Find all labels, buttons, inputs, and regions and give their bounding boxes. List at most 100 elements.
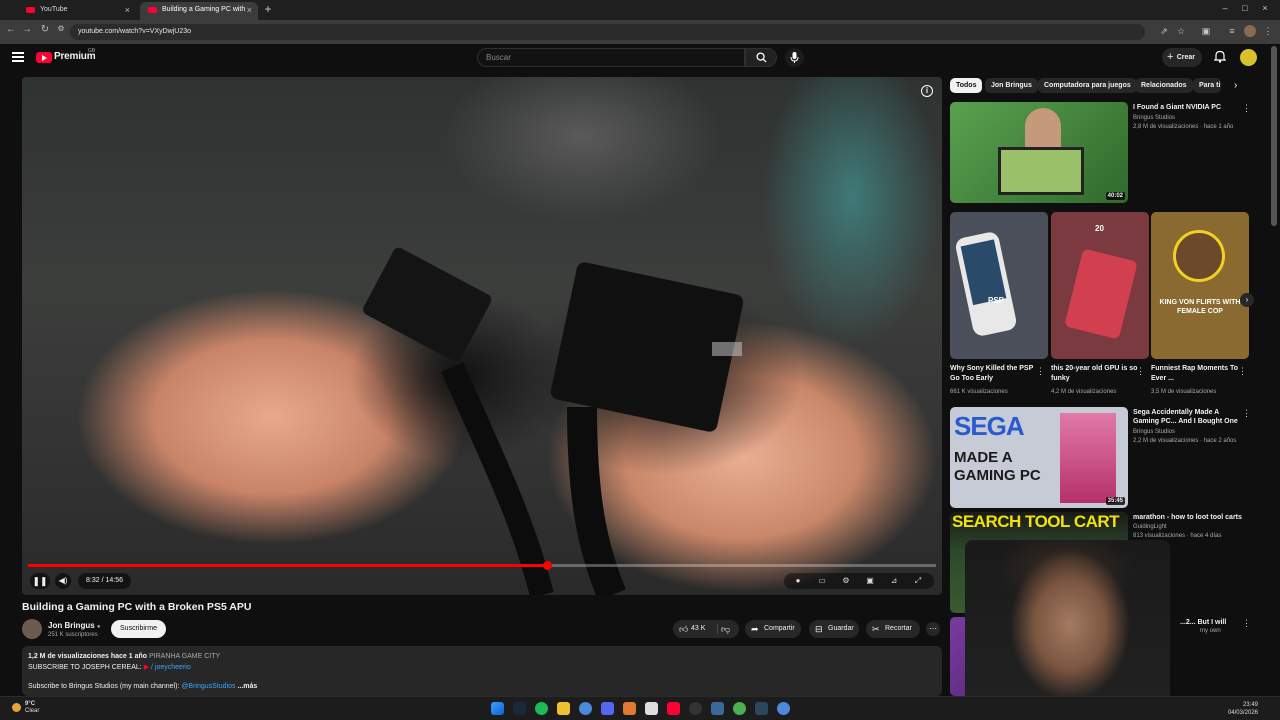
calendar-icon[interactable] xyxy=(645,702,658,715)
app-icon[interactable] xyxy=(711,702,724,715)
site-info-icon[interactable]: ⚙ xyxy=(54,24,68,33)
browser-tab-youtube[interactable]: YouTube × xyxy=(18,2,136,20)
short-thumbnail[interactable]: PSP xyxy=(950,212,1048,359)
volume-button[interactable]: ◀) xyxy=(55,573,71,589)
tab-title: Building a Gaming PC with xyxy=(162,6,246,13)
volume-icon: ◀) xyxy=(58,576,68,585)
card-menu-icon[interactable]: ⋮ xyxy=(1242,103,1251,114)
tab-title: YouTube xyxy=(40,6,68,13)
chrome-icon[interactable] xyxy=(777,702,790,715)
thumbnail-overlay-text: SEGA xyxy=(954,411,1025,441)
chrome-profile-icon[interactable] xyxy=(733,702,746,715)
short-menu-icon[interactable]: ⋮ xyxy=(1136,366,1145,377)
spotify-icon[interactable] xyxy=(535,702,548,715)
youtube-favicon-icon xyxy=(26,7,35,13)
miniplayer-icon[interactable]: ▣ xyxy=(864,575,876,587)
youtube-app-icon[interactable] xyxy=(667,702,680,715)
chip-scroll-right-icon[interactable]: › xyxy=(1234,80,1237,91)
url-field[interactable]: youtube.com/watch?v=VXyDwjU23o xyxy=(70,24,1145,40)
weather-widget[interactable]: 9°C Clear xyxy=(12,701,39,715)
channel-avatar[interactable] xyxy=(22,619,42,639)
steam-icon[interactable] xyxy=(513,702,526,715)
sidebar-icon[interactable]: ≡ xyxy=(1226,25,1238,37)
windows-start-icon[interactable] xyxy=(491,702,504,715)
progress-bar[interactable] xyxy=(28,561,936,570)
desc-text: SUBSCRIBE TO JOSEPH CEREAL: xyxy=(28,664,142,671)
close-tab-icon[interactable]: × xyxy=(125,2,130,18)
chip-jon-bringus[interactable]: Jon Bringus xyxy=(985,78,1038,93)
search-input[interactable]: Buscar xyxy=(477,48,745,67)
dislike-icon[interactable]: 👎︎ xyxy=(721,620,730,638)
file-explorer-icon[interactable] xyxy=(557,702,570,715)
video-player[interactable]: i ❚❚ ◀) 8:32 / 14:56 ● ▭ ⚙ ▣ ⊿ ⤢ xyxy=(22,77,942,595)
desc-link[interactable]: / joeycheerio xyxy=(151,664,191,671)
short-thumbnail[interactable]: 20 xyxy=(1051,212,1149,359)
back-icon[interactable]: ← xyxy=(4,24,18,35)
channel-name[interactable]: Jon Bringus ● xyxy=(48,621,101,630)
settings-gear-icon[interactable]: ⚙ xyxy=(840,575,852,587)
open-in-app-icon[interactable]: ⇗ xyxy=(1158,25,1170,37)
chip-for-you[interactable]: Para ti xyxy=(1193,78,1221,93)
card-menu-icon[interactable]: ⋮ xyxy=(1242,408,1251,419)
voice-search-button[interactable] xyxy=(785,48,804,67)
video-thumbnail[interactable]: 40:02 xyxy=(950,102,1128,203)
desc-link[interactable]: @BringusStudios xyxy=(181,683,235,690)
shorts-next-icon[interactable]: › xyxy=(1240,293,1254,307)
short-menu-icon[interactable]: ⋮ xyxy=(1238,366,1247,377)
thumbnail-gpu xyxy=(1064,248,1138,340)
create-button[interactable]: + Crear xyxy=(1162,48,1202,67)
close-window-icon[interactable]: × xyxy=(1258,3,1272,13)
subtitles-icon[interactable]: ▭ xyxy=(816,575,828,587)
browser-tab-video[interactable]: Building a Gaming PC with × xyxy=(140,2,258,20)
forward-icon[interactable]: → xyxy=(20,24,34,35)
obs-icon[interactable] xyxy=(689,702,702,715)
autoplay-toggle-icon[interactable]: ● xyxy=(792,575,804,587)
notifications-bell-icon[interactable] xyxy=(1212,49,1228,65)
app-icon[interactable] xyxy=(623,702,636,715)
chip-related[interactable]: Relacionados xyxy=(1135,78,1193,93)
steam-icon[interactable] xyxy=(755,702,768,715)
like-dislike-group: 👍︎ 43 K 👎︎ xyxy=(673,620,739,638)
video-card-channel[interactable]: my own xyxy=(1200,628,1221,634)
like-count[interactable]: 43 K xyxy=(679,620,705,638)
save-button[interactable]: ⊟ Guardar xyxy=(809,620,859,638)
video-card-channel[interactable]: Bringus Studios xyxy=(1133,429,1175,435)
pause-button[interactable]: ❚❚ xyxy=(30,573,50,589)
chip-all[interactable]: Todos xyxy=(950,78,983,93)
hamburger-menu-icon[interactable] xyxy=(12,52,24,62)
cast-icon[interactable]: ⊿ xyxy=(888,575,900,587)
profile-avatar-icon[interactable] xyxy=(1244,25,1256,37)
close-tab-icon[interactable]: × xyxy=(247,2,252,18)
chip-gaming-computer[interactable]: Computadora para juegos xyxy=(1038,78,1137,93)
search-button[interactable] xyxy=(745,48,777,67)
channel-name-text: Jon Bringus xyxy=(48,621,95,630)
video-card-channel[interactable]: Bringus Studios xyxy=(1133,115,1175,121)
share-button[interactable]: ➦ Compartir xyxy=(745,620,801,638)
video-card-channel[interactable]: GuidingLight xyxy=(1133,524,1167,530)
info-icon[interactable]: i xyxy=(921,85,933,97)
short-menu-icon[interactable]: ⋮ xyxy=(1036,366,1045,377)
video-thumbnail[interactable]: SEGA MADE A GAMING PC 35:45 xyxy=(950,407,1128,508)
browser-menu-icon[interactable]: ⋮ xyxy=(1262,25,1274,37)
subscribe-button[interactable]: Suscribirme xyxy=(111,620,166,638)
thumbnail-pc xyxy=(998,147,1084,195)
fullscreen-icon[interactable]: ⤢ xyxy=(912,575,924,587)
account-avatar[interactable] xyxy=(1240,49,1257,66)
clip-button[interactable]: ✂ Recortar xyxy=(866,620,920,638)
show-more-link[interactable]: ...más xyxy=(237,683,257,690)
discord-icon[interactable] xyxy=(601,702,614,715)
bookmark-star-icon[interactable]: ☆ xyxy=(1175,25,1187,37)
short-thumbnail[interactable]: KING VON FLIRTS WITH FEMALE COP xyxy=(1151,212,1249,359)
reload-icon[interactable]: ↻ xyxy=(38,24,52,35)
extensions-icon[interactable]: ▣ xyxy=(1200,25,1212,37)
description-box[interactable]: 1,2 M de visualizaciones hace 1 año PIRA… xyxy=(22,646,942,696)
minimize-icon[interactable]: – xyxy=(1218,3,1232,13)
hashtag[interactable]: PIRANHA GAME CITY xyxy=(149,653,220,660)
maximize-icon[interactable]: □ xyxy=(1238,3,1252,13)
page-scrollbar[interactable] xyxy=(1271,46,1277,226)
new-tab-button[interactable]: + xyxy=(262,2,274,18)
chrome-icon[interactable] xyxy=(579,702,592,715)
taskbar-clock[interactable]: 23:49 04/03/2026 xyxy=(1228,701,1258,717)
more-actions-icon[interactable]: ⋯ xyxy=(926,622,940,636)
card-menu-icon[interactable]: ⋮ xyxy=(1242,618,1251,629)
